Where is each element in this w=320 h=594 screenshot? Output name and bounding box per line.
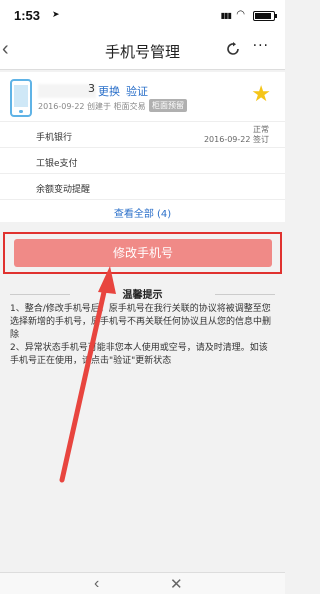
location-icon: ➤ bbox=[52, 10, 60, 20]
close-icon[interactable]: ✕ bbox=[170, 575, 183, 593]
account-row: 3 更换 验证 2016-09-22 创建于 柜面交易 柜面预留 ★ bbox=[0, 72, 285, 122]
service-row[interactable]: 余额变动提醒 bbox=[0, 174, 285, 200]
more-icon[interactable]: ··· bbox=[253, 38, 269, 54]
service-label: 手机银行 bbox=[36, 133, 73, 143]
battery-icon bbox=[253, 11, 277, 21]
verify-link[interactable]: 验证 bbox=[126, 83, 148, 99]
bottom-toolbar: ‹ ✕ bbox=[0, 572, 285, 594]
phone-card: 3 更换 验证 2016-09-22 创建于 柜面交易 柜面预留 ★ 手机银行 … bbox=[0, 72, 285, 222]
tips-body: 1、整合/修改手机号后，原手机号在我行关联的协议将被调整至您选择新增的手机号，原… bbox=[10, 303, 276, 368]
created-info: 2016-09-22 创建于 柜面交易 bbox=[38, 102, 146, 111]
refresh-icon[interactable] bbox=[225, 41, 241, 57]
tips-title: 温馨提示 bbox=[122, 290, 163, 301]
service-row[interactable]: 手机银行 正常 2016-09-22 签订 bbox=[0, 122, 285, 148]
tip-item: 1、整合/修改手机号后，原手机号在我行关联的协议将被调整至您选择新增的手机号，原… bbox=[10, 304, 272, 340]
back-icon[interactable]: ‹ bbox=[94, 575, 99, 593]
wifi-icon: ◠ bbox=[236, 9, 245, 20]
service-label: 余额变动提醒 bbox=[36, 185, 91, 195]
star-icon[interactable]: ★ bbox=[251, 84, 271, 106]
modify-phone-button[interactable]: 修改手机号 bbox=[14, 239, 272, 267]
service-row[interactable]: 工银e支付 bbox=[0, 148, 285, 174]
nav-bar: ‹ 手机号管理 ··· bbox=[0, 30, 285, 70]
page-title: 手机号管理 bbox=[104, 43, 180, 61]
counter-reserved-badge: 柜面预留 bbox=[149, 99, 187, 112]
service-label: 工银e支付 bbox=[36, 159, 78, 169]
change-link[interactable]: 更换 bbox=[98, 83, 120, 99]
signal-icon: ▮▮▮ bbox=[220, 11, 232, 20]
mobile-phone-icon bbox=[10, 79, 32, 117]
status-bar: 1:53 ➤ ▮▮▮ ◠ bbox=[0, 0, 285, 30]
status-time: 1:53 bbox=[14, 8, 41, 23]
service-date: 2016-09-22 签订 bbox=[203, 135, 269, 144]
tip-item: 2、异常状态手机号可能非您本人使用或空号，请及时清理。如该手机号正在使用，请点击… bbox=[10, 343, 268, 366]
phone-number: 3 bbox=[88, 82, 95, 95]
show-all-link[interactable]: 查看全部 (4) bbox=[0, 200, 285, 222]
